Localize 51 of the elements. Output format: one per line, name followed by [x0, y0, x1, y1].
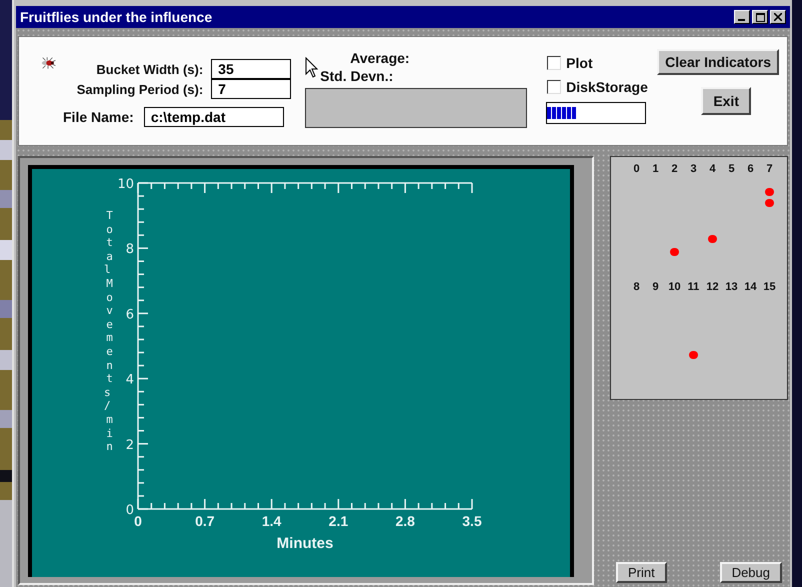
channel-label: 3 [690, 163, 697, 175]
channel-label: 13 [725, 281, 738, 293]
cursor-icon [305, 57, 320, 79]
y-tick-label: 2 [126, 438, 134, 453]
channel-label: 1 [652, 163, 659, 175]
channel-label: 6 [747, 163, 754, 175]
x-tick-label: 3.5 [462, 513, 482, 529]
minimize-button[interactable] [734, 10, 750, 24]
y-tick-label: 4 [126, 372, 134, 388]
checkbox[interactable]: Plot [547, 55, 658, 71]
x-tick-label: 2.1 [328, 513, 348, 529]
field-label: File Name: [63, 109, 134, 125]
channel-label: 4 [709, 163, 716, 175]
x-axis-label: Minutes [276, 535, 334, 552]
maximize-icon [756, 12, 764, 22]
channel-label: 9 [652, 281, 659, 293]
stat-label: Std. Devn.: [320, 68, 394, 84]
channel-label: 11 [688, 281, 700, 293]
y-tick-label: 10 [117, 177, 134, 192]
print-button[interactable]: Print [616, 562, 667, 583]
input-field[interactable]: 35 [211, 59, 292, 79]
channel-label: 2 [671, 163, 678, 175]
stat-label: Average: [350, 50, 410, 66]
channel-label: 7 [766, 163, 773, 175]
debug-button[interactable]: Debug [720, 562, 782, 583]
channel-label: 12 [706, 281, 719, 293]
field-label: Sampling Period (s): [76, 82, 204, 96]
channel-label: 14 [744, 281, 757, 293]
y-tick-label: 6 [126, 307, 134, 322]
channel-label: 10 [668, 281, 681, 293]
channel-label: 0 [633, 163, 640, 175]
field-label: Bucket Width (s): [95, 62, 204, 76]
input-field[interactable]: c:\temp.dat [144, 107, 284, 127]
input-field[interactable]: 7 [211, 79, 292, 99]
checkbox[interactable]: DiskStorage [547, 79, 658, 95]
y-axis-label: Total Movements / min [104, 209, 114, 454]
x-tick-label: 1.4 [262, 513, 282, 529]
channel-label: 8 [633, 281, 640, 293]
x-tick-label: 2.8 [395, 513, 415, 529]
window-title: Fruitflies under the influence [20, 9, 212, 25]
close-icon [774, 13, 782, 21]
y-tick-label: 8 [126, 242, 134, 258]
channel-label: 5 [728, 163, 735, 175]
exit-button[interactable]: Exit [701, 87, 751, 115]
x-tick-label: 0 [134, 513, 142, 529]
clear-indicators-button[interactable]: Clear Indicators [657, 49, 779, 75]
y-tick-label: 0 [126, 503, 134, 518]
x-tick-label: 0.7 [195, 513, 215, 529]
close-button[interactable] [770, 10, 786, 24]
maximize-button[interactable] [752, 10, 768, 24]
channel-label: 15 [763, 281, 776, 293]
